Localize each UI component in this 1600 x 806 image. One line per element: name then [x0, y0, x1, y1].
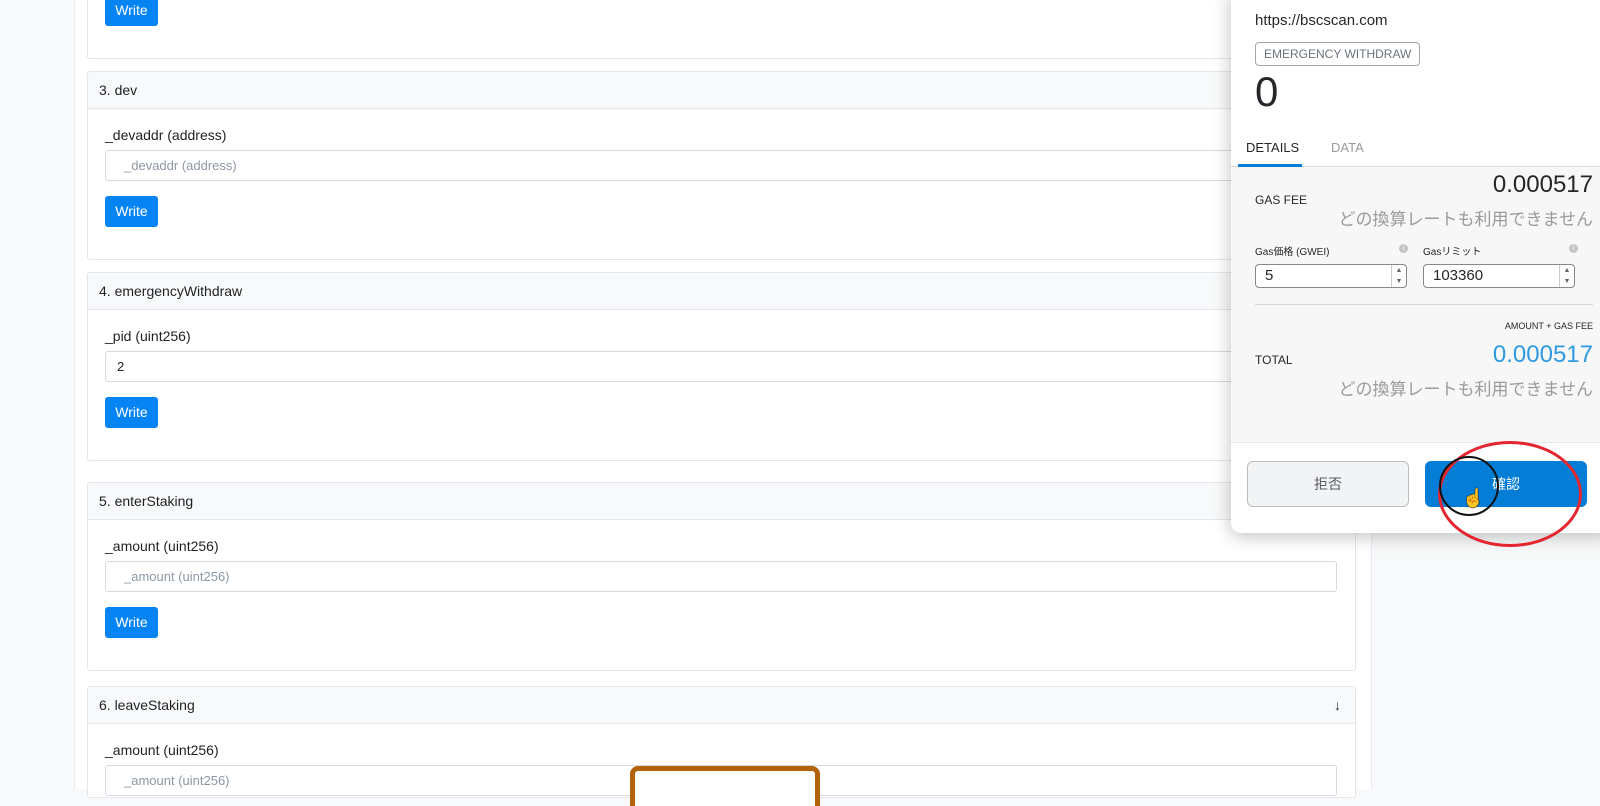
gas-price-input[interactable]: 5 ▲ ▼: [1255, 264, 1407, 288]
pid-input[interactable]: 2: [105, 351, 1337, 382]
write-button[interactable]: Write: [105, 196, 158, 227]
gas-fee-value: 0.000517: [1492, 171, 1593, 198]
card-top-partial: Write: [87, 0, 1356, 59]
write-button[interactable]: Write: [105, 607, 158, 638]
function-card-emergency-withdraw: 4. emergencyWithdraw _pid (uint256) 2 Wr…: [87, 272, 1356, 461]
conversion-note: どの換算レートも利用できません: [1338, 210, 1594, 229]
tx-amount: 0: [1255, 68, 1279, 115]
amount-input[interactable]: _amount (uint256): [105, 561, 1337, 592]
function-header[interactable]: 3. dev: [88, 72, 1355, 109]
divider: [1255, 304, 1593, 305]
gas-limit-input[interactable]: 103360 ▲ ▼: [1423, 264, 1575, 288]
stepper-icon[interactable]: ▲ ▼: [1391, 265, 1406, 287]
param-label: _amount (uint256): [105, 538, 219, 554]
stepper-icon[interactable]: ▲ ▼: [1559, 265, 1574, 287]
param-label: _devaddr (address): [105, 127, 227, 143]
amount-gas-fee-label: AMOUNT + GAS FEE: [1504, 321, 1593, 331]
pointer-hand-icon: ☝: [1462, 488, 1485, 508]
details-panel: GAS FEE 0.000517 どの換算レートも利用できません Gas価格 (…: [1231, 167, 1600, 442]
method-badge: EMERGENCY WITHDRAW: [1255, 42, 1421, 66]
function-title: 6. leaveStaking: [99, 697, 195, 713]
gas-limit-label: Gasリミット: [1423, 247, 1482, 258]
tab-details[interactable]: DETAILS: [1246, 140, 1299, 155]
total-label: TOTAL: [1255, 353, 1293, 367]
total-value: 0.000517: [1492, 341, 1593, 368]
info-icon[interactable]: i: [1399, 244, 1408, 253]
tab-data[interactable]: DATA: [1331, 140, 1364, 155]
write-button[interactable]: Write: [105, 397, 158, 428]
function-header[interactable]: 5. enterStaking: [88, 483, 1355, 520]
write-button[interactable]: Write: [105, 0, 158, 26]
overlay-caption-stamp: [630, 766, 820, 806]
function-card-enter-staking: 5. enterStaking _amount (uint256) _amoun…: [87, 482, 1356, 671]
param-label: _amount (uint256): [105, 742, 219, 758]
reject-button[interactable]: 拒否: [1247, 461, 1409, 507]
function-header[interactable]: 4. emergencyWithdraw: [88, 273, 1355, 310]
gas-price-label: Gas価格 (GWEI): [1255, 247, 1330, 258]
function-header[interactable]: 6. leaveStaking ↓: [88, 687, 1355, 724]
gas-price-value: 5: [1265, 267, 1274, 284]
info-icon[interactable]: i: [1569, 244, 1578, 253]
function-card-dev: 3. dev _devaddr (address) _devaddr (addr…: [87, 71, 1356, 260]
param-label: _pid (uint256): [105, 328, 191, 344]
gas-fee-label: GAS FEE: [1255, 193, 1308, 207]
gas-limit-value: 103360: [1433, 267, 1484, 284]
detail-tabs: DETAILS DATA: [1231, 130, 1600, 167]
total-conversion-note: どの換算レートも利用できません: [1338, 380, 1594, 399]
origin-url: https://bscscan.com: [1255, 12, 1388, 29]
devaddr-input[interactable]: _devaddr (address): [105, 150, 1337, 181]
expand-arrow-icon[interactable]: ↓: [1334, 687, 1341, 723]
